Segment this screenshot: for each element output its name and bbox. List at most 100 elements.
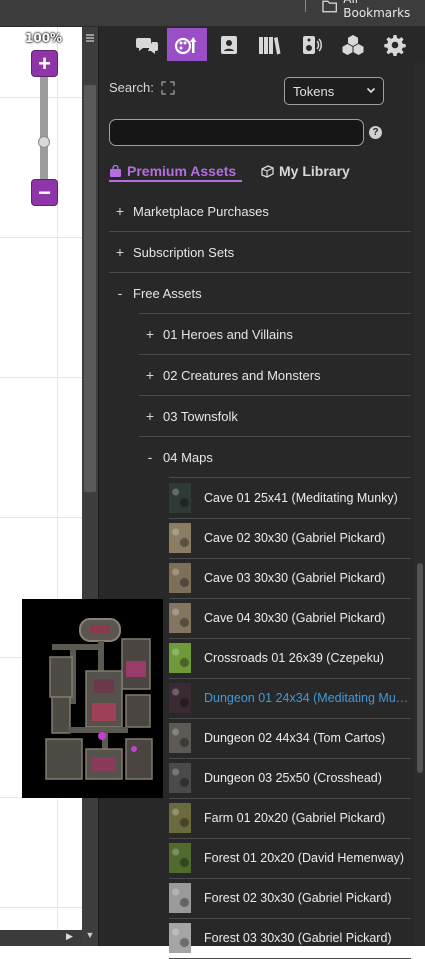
scroll-right-icon[interactable]: ▶ <box>66 931 73 942</box>
tree-item-townsfolk[interactable]: + 03 Townsfolk <box>143 396 238 436</box>
tree-item-free-assets[interactable]: - Free Assets <box>113 273 202 313</box>
all-bookmarks-label: All Bookmarks <box>343 0 411 20</box>
scroll-up-icon[interactable] <box>84 31 96 51</box>
zoom-in-button[interactable]: + <box>31 50 58 77</box>
chevron-down-icon <box>366 87 376 94</box>
grid-line <box>0 377 82 378</box>
map-asset-label: Forest 03 30x30 (Gabriel Pickard) <box>204 931 392 945</box>
active-tab-underline <box>109 180 242 182</box>
library-icon <box>261 164 274 178</box>
map-asset-item[interactable]: Dungeon 02 44x34 (Tom Cartos) <box>169 718 411 758</box>
search-label: Search: <box>109 80 154 95</box>
map-asset-item[interactable]: Forest 03 30x30 (Gabriel Pickard) <box>169 918 411 958</box>
asset-type-select-value: Tokens <box>293 83 335 99</box>
map-asset-label: Forest 02 30x30 (Gabriel Pickard) <box>204 891 392 905</box>
bookmarks-bar: All Bookmarks <box>0 0 425 27</box>
map-asset-item[interactable]: Forest 02 30x30 (Gabriel Pickard) <box>169 878 411 918</box>
map-asset-item[interactable]: Cave 03 30x30 (Gabriel Pickard) <box>169 558 411 598</box>
map-asset-item[interactable]: Dungeon 03 25x50 (Crosshead) <box>169 758 411 798</box>
journal-icon <box>221 35 237 54</box>
help-icon[interactable]: ? <box>369 126 382 139</box>
jukebox-icon <box>303 35 322 54</box>
settings-icon <box>384 34 406 56</box>
shopping-bag-icon <box>110 164 121 177</box>
tab-compendium[interactable] <box>249 28 289 61</box>
expand-plus-icon[interactable]: + <box>113 244 127 260</box>
tree-item-subscription[interactable]: + Subscription Sets <box>113 232 234 272</box>
chat-icon <box>136 37 158 54</box>
map-asset-item[interactable]: Cave 01 25x41 (Meditating Munky) <box>169 478 411 518</box>
map-thumbnail <box>169 523 191 553</box>
map-asset-label: Cave 01 25x41 (Meditating Munky) <box>204 491 398 505</box>
tab-premium-assets[interactable]: Premium Assets <box>109 163 236 179</box>
zoom-out-button[interactable]: − <box>31 179 58 206</box>
premium-assets-label: Premium Assets <box>127 163 237 179</box>
map-asset-item[interactable]: Cave 02 30x30 (Gabriel Pickard) <box>169 518 411 558</box>
folder-icon <box>322 0 337 13</box>
map-asset-label: Forest 01 20x20 (David Hemenway) <box>204 851 405 865</box>
tab-my-library[interactable]: My Library <box>261 163 350 179</box>
tab-journal[interactable] <box>209 28 249 61</box>
map-asset-label: Dungeon 01 24x34 (Meditating Munky) <box>204 691 411 705</box>
map-thumbnail <box>169 763 191 793</box>
collapse-minus-icon[interactable]: - <box>143 449 157 465</box>
zoom-level: 100% <box>25 31 63 45</box>
map-asset-item[interactable]: Dungeon 01 24x34 (Meditating Munky) <box>169 678 411 718</box>
map-asset-item[interactable]: Farm 01 20x20 (Gabriel Pickard) <box>169 798 411 838</box>
grid-line <box>0 237 82 238</box>
collections-icon <box>342 34 364 55</box>
compendium-icon <box>259 36 281 54</box>
sidebar-scrollbar[interactable] <box>414 63 425 946</box>
map-thumbnail <box>169 843 191 873</box>
map-thumbnail <box>169 883 191 913</box>
zoom-slider-track[interactable] <box>40 75 48 190</box>
expand-plus-icon[interactable]: + <box>143 326 157 342</box>
art-library-icon <box>174 36 197 54</box>
tab-collections[interactable] <box>333 28 373 61</box>
map-thumbnail <box>169 483 191 513</box>
tree-item-label: Free Assets <box>133 285 202 301</box>
tab-jukebox[interactable] <box>291 28 331 61</box>
bookmarks-separator <box>305 0 306 12</box>
sidebar-scrollbar-thumb[interactable] <box>417 563 423 773</box>
map-asset-item[interactable]: Crossroads 01 26x39 (Czepeku) <box>169 638 411 678</box>
tree-item-heroes[interactable]: + 01 Heroes and Villains <box>143 314 293 354</box>
map-thumbnail <box>169 563 191 593</box>
collapse-minus-icon[interactable]: - <box>113 285 127 301</box>
map-thumbnail <box>169 803 191 833</box>
map-asset-label: Dungeon 02 44x34 (Tom Cartos) <box>204 731 386 745</box>
scroll-down-icon[interactable]: ▼ <box>84 928 96 942</box>
map-thumbnail <box>169 603 191 633</box>
tree-item-marketplace[interactable]: + Marketplace Purchases <box>113 191 269 231</box>
map-thumbnail <box>169 923 191 953</box>
expand-plus-icon[interactable]: + <box>143 367 157 383</box>
sidebar-panel: Search: Tokens ? Premium Assets My Libra… <box>98 27 425 959</box>
tab-chat[interactable] <box>127 28 167 61</box>
my-library-label: My Library <box>279 163 350 179</box>
map-thumbnail <box>169 723 191 753</box>
tab-settings[interactable] <box>375 28 415 61</box>
map-thumbnail <box>169 683 191 713</box>
page-scrollbar-thumb[interactable] <box>84 85 96 492</box>
tab-art-library[interactable] <box>167 28 207 61</box>
tree-item-maps[interactable]: - 04 Maps <box>143 437 213 477</box>
tree-item-label: Subscription Sets <box>133 244 235 260</box>
asset-type-select[interactable]: Tokens <box>284 77 384 105</box>
map-asset-label: Cave 02 30x30 (Gabriel Pickard) <box>204 531 386 545</box>
tree-item-label: 02 Creatures and Monsters <box>163 367 321 383</box>
search-input[interactable] <box>109 119 364 146</box>
map-asset-item[interactable]: Forest 01 20x20 (David Hemenway) <box>169 838 411 878</box>
tree-item-label: 03 Townsfolk <box>163 408 238 424</box>
expand-plus-icon[interactable]: + <box>113 203 127 219</box>
expand-plus-icon[interactable]: + <box>143 408 157 424</box>
page-scrollbar[interactable]: ▼ <box>82 27 98 946</box>
expand-icon[interactable] <box>161 81 175 95</box>
map-thumbnail <box>169 643 191 673</box>
all-bookmarks-button[interactable]: All Bookmarks <box>322 0 425 20</box>
map-asset-item[interactable]: Cave 04 30x30 (Gabriel Pickard) <box>169 598 411 638</box>
zoom-slider-handle[interactable] <box>38 136 50 148</box>
sidebar-tabbar <box>99 27 425 63</box>
map-asset-label: Dungeon 03 25x50 (Crosshead) <box>204 771 382 785</box>
grid-line <box>0 907 82 908</box>
tree-item-creatures[interactable]: + 02 Creatures and Monsters <box>143 355 321 395</box>
